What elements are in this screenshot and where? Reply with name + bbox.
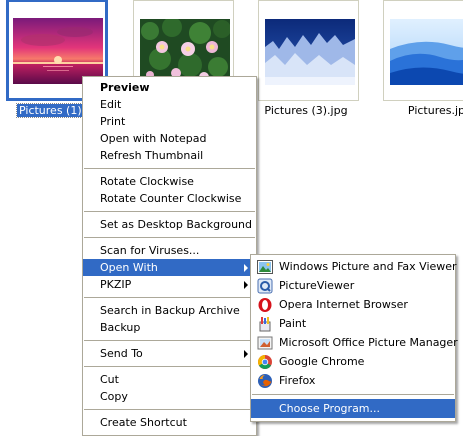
open-with-submenu: Windows Picture and Fax Viewer PictureVi… <box>250 254 458 422</box>
sunset-image <box>13 18 103 84</box>
menu-item-copy[interactable]: Copy <box>83 388 256 405</box>
menu-item-open-with-notepad[interactable]: Open with Notepad <box>83 130 256 147</box>
submenu-item-choose-program[interactable]: Choose Program... <box>251 399 455 418</box>
quicktime-pictureviewer-icon <box>257 278 273 294</box>
submenu-item-label: Firefox <box>279 374 316 387</box>
picture-viewer-icon <box>257 260 273 274</box>
menu-item-send-to-label: Send To <box>100 347 143 360</box>
menu-item-refresh-thumbnail[interactable]: Refresh Thumbnail <box>83 147 256 164</box>
menu-item-scan-for-viruses[interactable]: Scan for Viruses... <box>83 242 256 259</box>
menu-item-backup[interactable]: Backup <box>83 319 256 336</box>
submenu-item-label: PictureViewer <box>279 279 355 292</box>
menu-separator <box>84 168 255 169</box>
winter-trees-image <box>265 19 355 85</box>
submenu-item-label: Microsoft Office Picture Manager <box>279 336 458 349</box>
submenu-item-pictureviewer[interactable]: PictureViewer <box>251 276 455 295</box>
submenu-arrow-icon <box>244 281 248 289</box>
thumbnail-frame[interactable] <box>383 0 463 101</box>
submenu-item-label: Google Chrome <box>279 355 365 368</box>
submenu-item-paint[interactable]: Paint <box>251 314 455 333</box>
menu-separator <box>252 394 454 395</box>
menu-separator <box>84 237 255 238</box>
thumbnail-caption[interactable]: Pictures (3).jpg <box>251 104 361 117</box>
menu-item-open-with-label: Open With <box>100 261 158 274</box>
menu-item-edit[interactable]: Edit <box>83 96 256 113</box>
menu-separator <box>84 340 255 341</box>
submenu-item-ms-office-picture-manager[interactable]: Microsoft Office Picture Manager <box>251 333 458 352</box>
menu-separator <box>84 297 255 298</box>
menu-item-pkzip-label: PKZIP <box>100 278 132 291</box>
menu-item-rotate-counter-clockwise[interactable]: Rotate Counter Clockwise <box>83 190 256 207</box>
submenu-item-label: Windows Picture and Fax Viewer <box>279 260 457 273</box>
menu-item-search-backup-archive[interactable]: Search in Backup Archive <box>83 302 256 319</box>
menu-item-create-shortcut[interactable]: Create Shortcut <box>83 414 256 431</box>
menu-item-preview[interactable]: Preview <box>83 79 256 96</box>
menu-separator <box>84 366 255 367</box>
menu-item-rotate-clockwise[interactable]: Rotate Clockwise <box>83 173 256 190</box>
menu-item-send-to[interactable]: Send To <box>83 345 256 362</box>
office-picture-manager-icon <box>257 336 273 350</box>
submenu-arrow-icon <box>244 264 248 272</box>
menu-item-cut[interactable]: Cut <box>83 371 256 388</box>
menu-item-pkzip[interactable]: PKZIP <box>83 276 256 293</box>
submenu-item-opera[interactable]: Opera Internet Browser <box>251 295 455 314</box>
submenu-item-label: Opera Internet Browser <box>279 298 408 311</box>
menu-separator <box>84 409 255 410</box>
blue-hills-image <box>390 19 463 85</box>
chrome-icon <box>258 355 272 369</box>
thumbnail-frame[interactable] <box>258 0 359 101</box>
thumbnail-caption[interactable]: Pictures.jpg <box>376 104 463 117</box>
submenu-item-firefox[interactable]: Firefox <box>251 371 455 390</box>
firefox-icon <box>258 374 272 388</box>
submenu-item-label: Paint <box>279 317 307 330</box>
paint-icon <box>259 317 271 332</box>
menu-item-set-desktop-background[interactable]: Set as Desktop Background <box>83 216 256 233</box>
submenu-item-label: Choose Program... <box>279 402 381 415</box>
opera-icon <box>258 298 272 312</box>
menu-item-open-with[interactable]: Open With <box>83 259 256 276</box>
menu-separator <box>84 211 255 212</box>
context-menu: Preview Edit Print Open with Notepad Ref… <box>82 76 257 436</box>
submenu-arrow-icon <box>244 350 248 358</box>
submenu-item-google-chrome[interactable]: Google Chrome <box>251 352 455 371</box>
menu-item-print[interactable]: Print <box>83 113 256 130</box>
submenu-item-windows-picture-viewer[interactable]: Windows Picture and Fax Viewer <box>251 257 457 276</box>
